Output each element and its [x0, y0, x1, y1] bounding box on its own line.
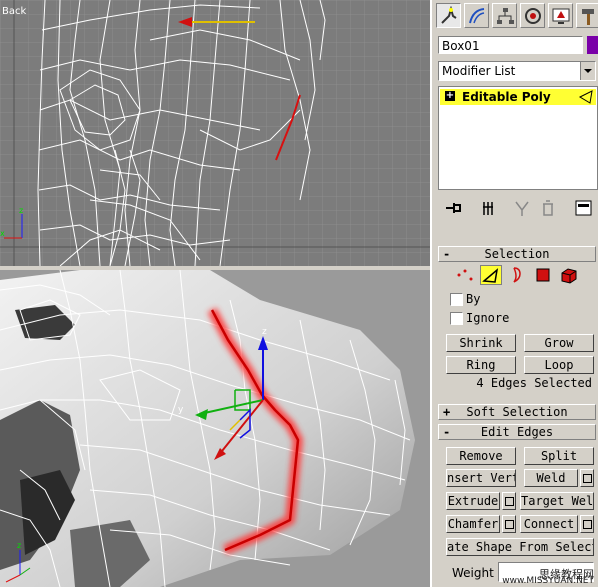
command-panel: Box01 Modifier List + Editable Poly - Se…	[430, 0, 598, 587]
selection-status: 4 Edges Selected	[476, 376, 592, 390]
svg-text:z: z	[262, 327, 267, 337]
hammer-icon	[582, 9, 594, 25]
chamfer-settings-button[interactable]	[502, 515, 516, 533]
soft-selection-rollout-header[interactable]: + Soft Selection	[438, 404, 596, 420]
remove-button[interactable]: Remove	[446, 447, 516, 465]
stack-item-editable-poly[interactable]: + Editable Poly	[440, 89, 596, 105]
modifier-list-dropdown[interactable]: Modifier List	[438, 61, 596, 81]
motion-tab[interactable]	[520, 3, 545, 28]
back-viewport-canvas: z x	[0, 0, 430, 266]
connect-button[interactable]: Connect	[520, 515, 578, 533]
object-name-input[interactable]: Box01	[438, 36, 583, 54]
utilities-tab[interactable]	[576, 3, 598, 28]
object-color-swatch[interactable]	[587, 36, 598, 54]
modify-icon	[469, 8, 485, 24]
extrude-button[interactable]: Extrude	[446, 492, 500, 510]
connect-settings-button[interactable]	[580, 515, 594, 533]
back-viewport[interactable]: z x Back	[0, 0, 430, 266]
display-icon	[552, 8, 570, 24]
soft-selection-rollout: + Soft Selection	[438, 402, 598, 422]
edge-subobject-icon[interactable]	[480, 265, 502, 285]
viewport-label[interactable]: Back	[2, 6, 26, 17]
svg-text:x: x	[0, 229, 5, 238]
expand-icon[interactable]: +	[445, 91, 455, 101]
border-subobject-icon[interactable]	[506, 265, 528, 285]
ignore-backfacing-label: Ignore	[466, 311, 510, 325]
weld-settings-button[interactable]	[580, 469, 594, 487]
vertex-subobject-icon[interactable]	[454, 265, 476, 285]
make-unique-icon[interactable]	[512, 198, 532, 218]
svg-text:z: z	[17, 541, 21, 550]
selection-rollout-header[interactable]: - Selection	[438, 246, 596, 262]
modifier-stack[interactable]: + Editable Poly	[438, 86, 598, 190]
insert-vertex-button[interactable]: nsert Verte	[446, 469, 516, 487]
motion-icon	[525, 8, 541, 24]
perspective-viewport[interactable]: z y z	[0, 270, 430, 587]
pin-stack-icon[interactable]	[444, 198, 464, 218]
modify-tab[interactable]	[464, 3, 489, 28]
weld-button[interactable]: Weld	[524, 469, 578, 487]
chevron-down-icon[interactable]	[580, 62, 595, 80]
split-button[interactable]: Split	[524, 447, 594, 465]
modifier-list-label: Modifier List	[442, 64, 516, 78]
show-end-result-icon[interactable]	[478, 198, 498, 218]
extrude-settings-button[interactable]	[502, 492, 516, 510]
edge-subobject-icon	[578, 90, 593, 104]
selection-rollout: - Selection By Ignore Shrink Grow Ring L…	[438, 243, 598, 398]
configure-modifier-sets-icon[interactable]	[574, 198, 594, 218]
chamfer-button[interactable]: Chamfer	[446, 515, 500, 533]
create-icon	[441, 6, 457, 24]
perspective-viewport-canvas: z y z	[0, 270, 430, 587]
element-subobject-icon[interactable]	[558, 265, 580, 285]
svg-text:z: z	[19, 206, 23, 215]
loop-button[interactable]: Loop	[524, 356, 594, 374]
ring-button[interactable]: Ring	[446, 356, 516, 374]
stack-item-label: Editable Poly	[462, 90, 551, 104]
ignore-backfacing-checkbox[interactable]	[450, 312, 463, 325]
stack-toolbar	[438, 196, 598, 220]
svg-text:y: y	[178, 405, 184, 415]
by-vertex-label: By	[466, 292, 481, 306]
display-tab[interactable]	[548, 3, 573, 28]
grow-button[interactable]: Grow	[524, 334, 594, 352]
remove-modifier-icon[interactable]	[538, 198, 558, 218]
hierarchy-icon	[497, 8, 514, 24]
command-panel-tabs	[432, 0, 598, 30]
edit-edges-rollout: - Edit Edges Remove Split nsert Verte We…	[438, 422, 598, 587]
hierarchy-tab[interactable]	[492, 3, 517, 28]
edit-edges-rollout-header[interactable]: - Edit Edges	[438, 424, 596, 440]
shrink-button[interactable]: Shrink	[446, 334, 516, 352]
polygon-subobject-icon[interactable]	[532, 265, 554, 285]
by-vertex-checkbox[interactable]	[450, 293, 463, 306]
create-tab[interactable]	[436, 3, 461, 28]
target-weld-button[interactable]: Target Weld	[520, 492, 594, 510]
create-shape-button[interactable]: ate Shape From Select	[446, 538, 594, 556]
weight-label: Weight	[452, 566, 494, 580]
watermark-url: www.MISSYUAN.NET	[502, 576, 594, 586]
